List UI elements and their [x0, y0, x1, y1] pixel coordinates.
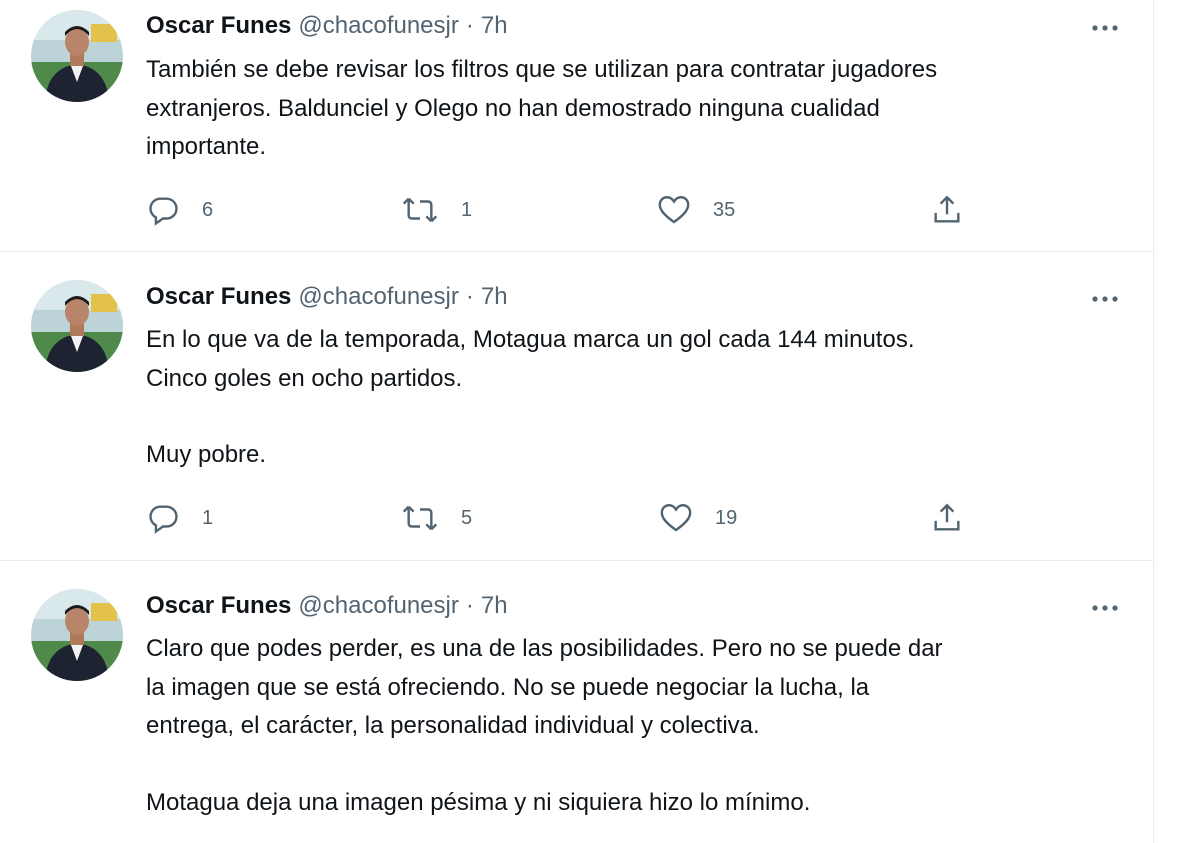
like-button[interactable]: 19	[659, 498, 737, 538]
more-icon	[1092, 296, 1118, 302]
author-handle[interactable]: @chacofunesjr	[298, 283, 458, 311]
tweet-text: En lo que va de la temporada, Motagua ma…	[146, 321, 1136, 475]
tweet-text: Claro que podes perder, es una de las po…	[146, 630, 1136, 822]
tweet-line: importante.	[146, 133, 267, 160]
avatar[interactable]	[31, 280, 123, 372]
like-icon	[658, 196, 690, 224]
tweet-header: Oscar Funes @chacofunesjr · 7h	[146, 11, 508, 41]
like-icon	[660, 504, 692, 532]
like-count: 35	[713, 198, 736, 221]
tweet-line: También se debe revisar los filtros que …	[146, 56, 938, 83]
avatar[interactable]	[31, 10, 123, 102]
timestamp[interactable]: 7h	[481, 592, 508, 620]
more-icon	[1092, 25, 1118, 31]
tweet-actions: 6 1 35	[146, 190, 976, 230]
tweet-feed: Oscar Funes @chacofunesjr · 7h También s…	[0, 0, 1154, 843]
tweet-line: Motagua deja una imagen pésima y ni siqu…	[146, 788, 811, 816]
tweet-line: En lo que va de la temporada, Motagua ma…	[146, 326, 915, 353]
retweet-button[interactable]: 5	[401, 498, 472, 538]
separator-dot: ·	[465, 12, 474, 39]
tweet[interactable]: Oscar Funes @chacofunesjr · 7h Claro que…	[0, 561, 1154, 843]
tweet-line: la imagen que se está ofreciendo. No se …	[146, 673, 870, 701]
tweet-line: Muy pobre.	[146, 441, 267, 468]
tweet-line: entrega, el carácter, la personalidad in…	[146, 712, 760, 739]
retweet-count: 1	[461, 198, 473, 221]
share-button[interactable]	[930, 498, 964, 538]
share-icon	[934, 195, 960, 223]
reply-button[interactable]: 6	[146, 190, 213, 230]
retweet-count: 5	[461, 506, 473, 529]
tweet-line: Claro que podes perder, es una de las po…	[146, 635, 943, 662]
like-count: 19	[715, 506, 738, 529]
timestamp[interactable]: 7h	[481, 283, 508, 311]
retweet-icon	[402, 197, 438, 223]
tweet-header: Oscar Funes @chacofunesjr · 7h	[146, 282, 508, 312]
like-button[interactable]: 35	[657, 190, 735, 230]
tweet-actions: 1 5 19	[146, 498, 976, 538]
tweet-text: También se debe revisar los filtros que …	[146, 51, 1136, 167]
retweet-icon	[402, 505, 438, 531]
tweet-line: Cinco goles en ocho partidos.	[146, 364, 463, 392]
avatar[interactable]	[31, 589, 123, 681]
share-button[interactable]	[930, 190, 964, 230]
tweet-header: Oscar Funes @chacofunesjr · 7h	[146, 591, 508, 621]
author-name[interactable]: Oscar Funes	[146, 283, 291, 311]
author-handle[interactable]: @chacofunesjr	[298, 12, 458, 40]
author-name[interactable]: Oscar Funes	[146, 592, 291, 620]
reply-count: 1	[202, 506, 214, 529]
retweet-button[interactable]: 1	[401, 190, 472, 230]
author-handle[interactable]: @chacofunesjr	[298, 592, 458, 620]
tweet[interactable]: Oscar Funes @chacofunesjr · 7h También s…	[0, 0, 1154, 252]
timestamp[interactable]: 7h	[481, 12, 508, 40]
reply-button[interactable]: 1	[146, 498, 213, 538]
more-options-button[interactable]	[1085, 593, 1125, 623]
reply-count: 6	[202, 198, 214, 221]
more-options-button[interactable]	[1085, 13, 1125, 43]
author-name[interactable]: Oscar Funes	[146, 12, 291, 40]
tweet[interactable]: Oscar Funes @chacofunesjr · 7h En lo que…	[0, 252, 1154, 561]
share-icon	[934, 503, 960, 531]
reply-icon	[149, 505, 178, 534]
more-options-button[interactable]	[1085, 284, 1125, 314]
separator-dot: ·	[465, 283, 474, 310]
reply-icon	[149, 197, 178, 226]
tweet-line: extranjeros. Baldunciel y Olego no han d…	[146, 94, 880, 122]
more-icon	[1092, 605, 1118, 611]
separator-dot: ·	[465, 592, 474, 619]
